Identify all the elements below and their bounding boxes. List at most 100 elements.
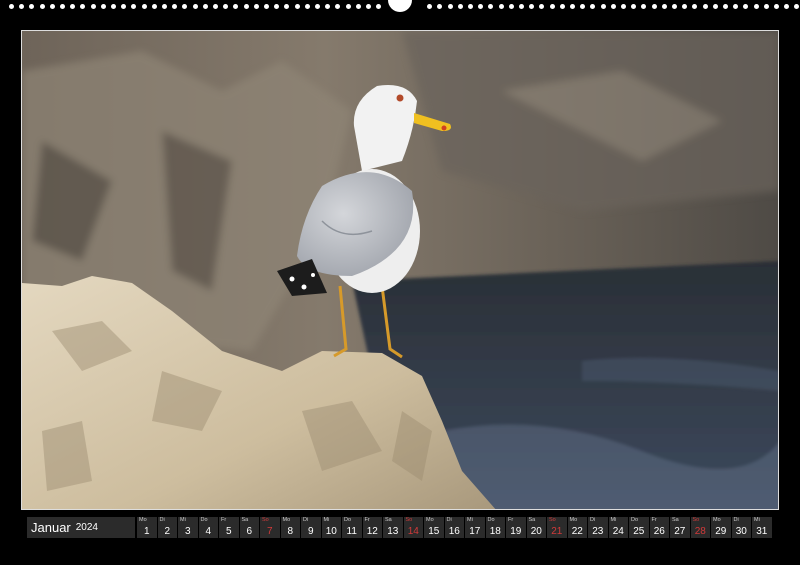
- binding-hole: [498, 4, 504, 9]
- binding-hole: [284, 4, 290, 9]
- day-number: 1: [143, 526, 150, 537]
- binding-hole: [376, 4, 382, 9]
- day-number: 4: [205, 526, 212, 537]
- binding-hole: [304, 4, 310, 9]
- day-cell: Di 23: [588, 517, 608, 538]
- day-number: 11: [346, 526, 357, 537]
- weekday-label: Mo: [569, 517, 578, 523]
- weekday-label: Fr: [508, 517, 514, 523]
- weekday-label: Do: [344, 517, 352, 523]
- weekday-label: Do: [200, 517, 208, 523]
- binding-hole: [253, 4, 259, 9]
- day-cell: Sa 6: [239, 517, 259, 538]
- day-cell: Mo 1: [137, 517, 157, 538]
- day-number: 21: [551, 526, 563, 537]
- binding-hole: [763, 4, 769, 9]
- day-cell: Fr 5: [219, 517, 239, 538]
- seagull-photo-image: [22, 31, 778, 509]
- day-cell: Di 2: [157, 517, 177, 538]
- month-name: Januar: [31, 520, 71, 535]
- day-cell: So 14: [403, 517, 423, 538]
- binding-hole: [202, 4, 208, 9]
- day-cell: Fr 19: [506, 517, 526, 538]
- binding-hole: [580, 4, 586, 9]
- binding-hole: [80, 4, 86, 9]
- binding-hole: [457, 4, 463, 9]
- binding-hole: [223, 4, 229, 9]
- binding-hole: [141, 4, 147, 9]
- binding-hole: [753, 4, 759, 9]
- day-number: 29: [715, 526, 727, 537]
- binding-hole: [447, 4, 453, 9]
- day-cell: Mo 29: [711, 517, 731, 538]
- binding-hole: [345, 4, 351, 9]
- day-cell: Mi 17: [465, 517, 485, 538]
- binding-hole: [70, 4, 76, 9]
- day-cell: Fr 12: [362, 517, 382, 538]
- binding-hole: [315, 4, 320, 9]
- binding-hole: [692, 4, 698, 9]
- day-number: 30: [735, 526, 747, 537]
- binding-hole: [641, 4, 647, 9]
- binding-hole: [672, 4, 677, 9]
- day-cell: Mi 10: [321, 517, 341, 538]
- day-number: 18: [489, 526, 501, 537]
- weekday-label: Mi: [610, 517, 617, 523]
- weekday-label: Sa: [528, 517, 536, 523]
- binding-hole: [794, 4, 800, 9]
- weekday-label: Di: [733, 517, 739, 523]
- day-number: 10: [325, 526, 337, 537]
- binding-hole: [784, 4, 790, 9]
- weekday-label: So: [549, 517, 556, 523]
- day-number: 7: [266, 526, 273, 537]
- day-number: 25: [633, 526, 645, 537]
- day-cell: Mo 15: [424, 517, 444, 538]
- day-number: 9: [307, 526, 314, 537]
- day-number: 6: [246, 526, 253, 537]
- day-number: 17: [469, 526, 481, 537]
- day-number: 16: [448, 526, 460, 537]
- binding-hole: [590, 4, 596, 9]
- binding-hole: [682, 4, 688, 9]
- calendar-strip: Januar 2024 Mo 1 Di 2 Mi 3 Do 4 Fr 5 Sa 6 So 7 Mo 8 Di 9 M…: [27, 517, 772, 538]
- binding-hole: [121, 4, 127, 9]
- day-cell: Di 30: [731, 517, 751, 538]
- day-number: 12: [366, 526, 378, 537]
- weekday-label: Mo: [713, 517, 721, 523]
- weekday-label: Sa: [241, 517, 249, 523]
- weekday-label: So: [405, 517, 413, 523]
- day-cell: Do 18: [485, 517, 505, 538]
- binding-hole: [651, 4, 657, 9]
- day-cell: Do 25: [629, 517, 649, 538]
- weekday-label: Fr: [221, 517, 227, 523]
- binding-hole: [264, 4, 269, 9]
- binding-hole: [335, 4, 341, 9]
- binding-hole: [519, 4, 524, 9]
- day-number: 20: [530, 526, 542, 537]
- weekday-label: Fr: [651, 517, 657, 523]
- month-label: Januar 2024: [27, 517, 135, 538]
- binding-hole: [559, 4, 565, 9]
- binding-hole: [111, 4, 116, 9]
- binding-hole: [702, 4, 708, 9]
- binding-hole: [508, 4, 514, 9]
- day-number: 5: [225, 526, 232, 537]
- weekday-label: Di: [446, 517, 452, 523]
- binding-hole: [29, 4, 35, 9]
- binding-hole: [723, 4, 728, 9]
- weekday-label: Do: [487, 517, 495, 523]
- weekday-label: Di: [303, 517, 309, 523]
- binding-hole: [325, 4, 331, 9]
- weekday-label: Mi: [180, 517, 186, 523]
- calendar-photo: [21, 30, 779, 510]
- day-cell: So 21: [547, 517, 567, 538]
- binding-hole: [488, 4, 494, 9]
- day-cell: Do 11: [342, 517, 362, 538]
- weekday-label: Di: [159, 517, 165, 523]
- day-cell: Mi 31: [752, 517, 772, 538]
- day-cell: Mi 3: [178, 517, 198, 538]
- binding-hole: [19, 4, 25, 9]
- weekday-label: Do: [631, 517, 639, 523]
- binding-hole: [192, 4, 198, 9]
- month-year: 2024: [75, 522, 98, 533]
